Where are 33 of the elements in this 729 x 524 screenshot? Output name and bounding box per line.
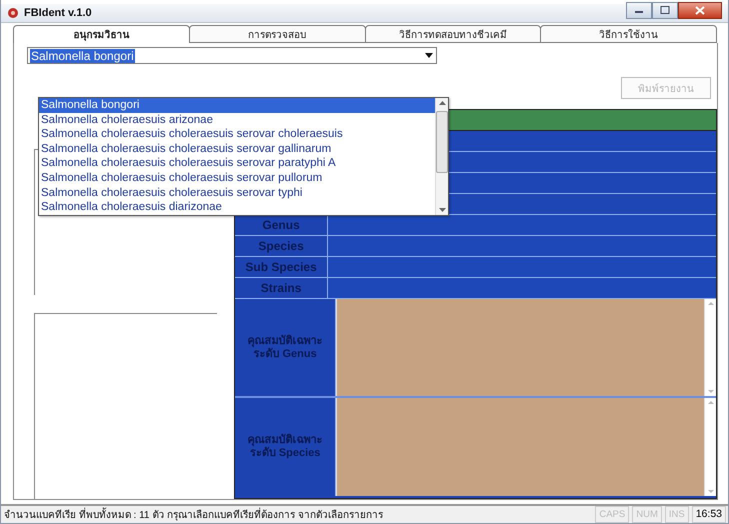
tab[interactable]: วิธีการใช้งาน xyxy=(540,25,717,43)
minimize-button[interactable] xyxy=(626,2,652,19)
list-item[interactable]: Salmonella choleraesuis choleraesuis serovar choleraesuis xyxy=(39,127,435,142)
scroll-down-icon[interactable] xyxy=(438,208,446,212)
species-dropdown[interactable]: Salmonella bongori xyxy=(27,47,437,64)
list-item[interactable]: Salmonella choleraesuis choleraesuis serovar pullorum xyxy=(39,170,435,186)
clock: 16:53 xyxy=(692,506,726,523)
status-message: จำนวนแบคทีเรีย ที่พบทั้งหมด : 11 ตัว กรุณาเลือกแบคทีเรียที่ต้องการ จากตัวเลือกรายการ xyxy=(4,507,592,522)
scroll-up-icon[interactable] xyxy=(438,101,446,105)
list-item[interactable]: Salmonella choleraesuis choleraesuis serovar paratyphi A xyxy=(39,156,435,171)
tab[interactable]: อนุกรมวิธาน xyxy=(13,25,190,43)
scrollbar[interactable] xyxy=(435,98,448,215)
tab[interactable]: วิธีการทดสอบทางชีวเคมี xyxy=(364,25,542,43)
app-icon xyxy=(7,7,19,20)
list-item[interactable]: Salmonella choleraesuis arizonae xyxy=(39,112,435,128)
row-label: Sub Species xyxy=(235,257,328,277)
list-item[interactable]: Salmonella choleraesuis choleraesuis serovar gallinarum xyxy=(39,142,435,156)
row-label: คุณสมบัติเฉพาะ ระดับ Species xyxy=(235,398,336,496)
row-label: Genus xyxy=(235,215,328,235)
maximize-icon xyxy=(660,6,670,14)
row-label: คุณสมบัติเฉพาะ ระดับ Genus xyxy=(235,299,336,396)
row-label: Species xyxy=(235,236,328,256)
window-title: FBIdent v.1.0 xyxy=(24,7,92,20)
list-item[interactable]: Salmonella choleraesuis diarizonae xyxy=(39,200,435,215)
text-area[interactable] xyxy=(336,398,716,496)
maximize-button[interactable] xyxy=(652,2,678,19)
list-item[interactable]: Salmonella choleraesuis choleraesuis serovar typhi xyxy=(39,186,435,200)
close-button[interactable] xyxy=(678,2,722,19)
row-label: Strains xyxy=(235,278,328,298)
list-item[interactable]: Salmonella bongori xyxy=(39,98,435,113)
text-area[interactable] xyxy=(336,299,716,396)
tab[interactable]: การตรวจสอบ xyxy=(188,25,366,43)
close-icon xyxy=(695,6,705,15)
